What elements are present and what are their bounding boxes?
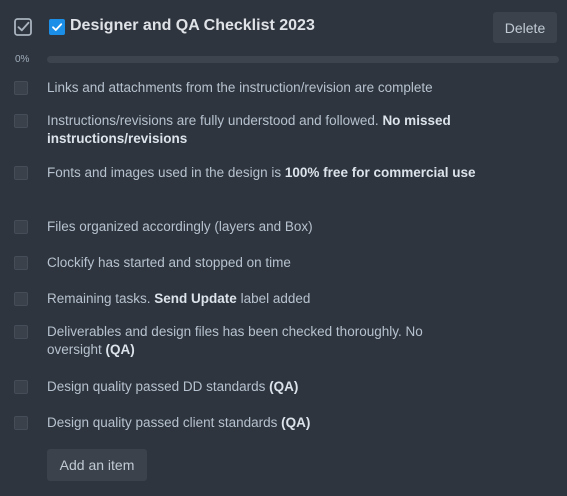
item-checkbox[interactable] — [14, 166, 28, 180]
item-text-part: Design quality passed client standards — [47, 415, 282, 430]
item-text-bold: (QA) — [269, 379, 299, 394]
item-text-part: Instructions/revisions are fully underst… — [47, 113, 383, 128]
item-checkbox[interactable] — [14, 256, 28, 270]
item-text[interactable]: Remaining tasks. Send Update label added — [47, 290, 477, 308]
progress-percentage: 0% — [15, 54, 30, 65]
item-text[interactable]: Clockify has started and stopped on time — [47, 254, 477, 272]
checklist-header: Designer and QA Checklist 2023 Delete — [0, 0, 567, 54]
item-text-part: Files organized accordingly (layers and … — [47, 219, 313, 234]
item-text-part: label added — [236, 291, 311, 306]
item-text[interactable]: Fonts and images used in the design is 1… — [47, 164, 477, 182]
item-text-part: Links and attachments from the instructi… — [47, 80, 433, 95]
item-text[interactable]: Instructions/revisions are fully underst… — [47, 112, 477, 148]
item-text-part: Clockify has started and stopped on time — [47, 255, 291, 270]
item-text-bold: Send Update — [154, 291, 237, 306]
checkbox-checked-icon[interactable] — [49, 19, 65, 35]
item-text-part: Remaining tasks. — [47, 291, 155, 306]
item-checkbox[interactable] — [14, 325, 28, 339]
item-text[interactable]: Deliverables and design files has been c… — [47, 323, 477, 359]
item-checkbox[interactable] — [14, 114, 28, 128]
item-text[interactable]: Design quality passed client standards (… — [47, 414, 477, 432]
item-text[interactable]: Files organized accordingly (layers and … — [47, 218, 477, 236]
item-checkbox[interactable] — [14, 416, 28, 430]
item-checkbox[interactable] — [14, 81, 28, 95]
item-checkbox[interactable] — [14, 380, 28, 394]
item-text-part: Fonts and images used in the design is — [47, 165, 285, 180]
item-text-bold: (QA) — [281, 415, 311, 430]
delete-button[interactable]: Delete — [493, 12, 557, 43]
item-checkbox[interactable] — [14, 220, 28, 234]
progress-bar — [47, 56, 559, 63]
item-text-part: Deliverables and design files has been c… — [47, 324, 423, 357]
item-text[interactable]: Links and attachments from the instructi… — [47, 79, 477, 97]
item-text-part: Design quality passed DD standards — [47, 379, 270, 394]
item-text-bold: (QA) — [105, 342, 135, 357]
add-item-button[interactable]: Add an item — [47, 449, 147, 481]
item-text[interactable]: Design quality passed DD standards (QA) — [47, 378, 477, 396]
checklist-title[interactable]: Designer and QA Checklist 2023 — [70, 17, 315, 35]
item-text-bold: 100% free for commercial use — [284, 165, 476, 180]
checklist-icon — [13, 17, 33, 37]
item-checkbox[interactable] — [14, 292, 28, 306]
